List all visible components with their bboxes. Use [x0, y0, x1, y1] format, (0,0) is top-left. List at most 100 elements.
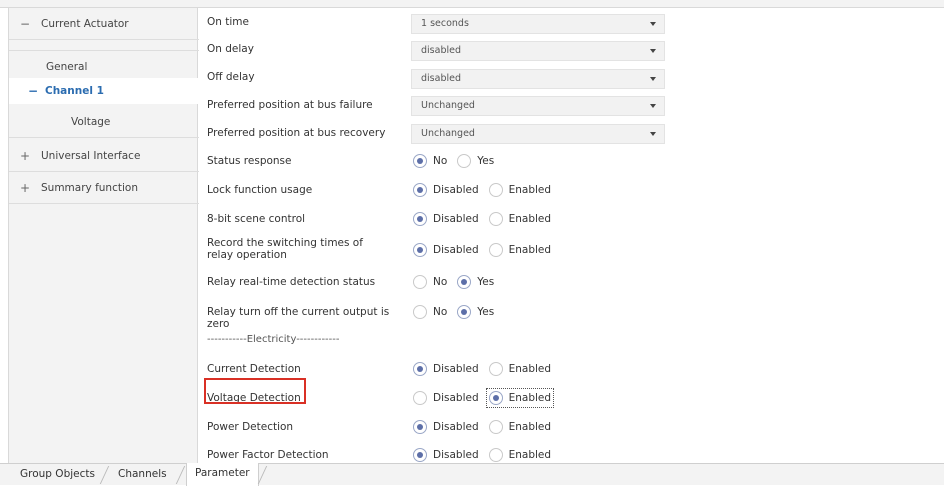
sidebar-item-label: Universal Interface: [41, 150, 141, 162]
radio-selected[interactable]: [457, 305, 472, 319]
radio-unselected[interactable]: [488, 183, 503, 197]
current-detection-disabled-option[interactable]: Disabled: [411, 360, 481, 378]
top-border: [0, 0, 944, 8]
radio-unselected[interactable]: [457, 154, 472, 168]
radio-selected[interactable]: [413, 448, 427, 462]
voltage-detection-disabled-option[interactable]: Disabled: [411, 389, 481, 407]
radio-unselected[interactable]: [413, 391, 427, 405]
tab-group-objects[interactable]: Group Objects: [12, 464, 103, 486]
tab-channels[interactable]: Channels: [110, 464, 175, 486]
minus-icon[interactable]: −: [19, 8, 31, 40]
section-header-electricity: -----------Electricity------------: [207, 334, 340, 345]
sidebar-item-universal-interface[interactable]: + Universal Interface: [9, 140, 199, 172]
param-label: On time: [207, 16, 249, 28]
power-factor-detection-enabled-option[interactable]: Enabled: [487, 446, 553, 464]
option-label: Disabled: [433, 184, 479, 196]
chevron-down-icon: [650, 77, 656, 81]
param-label: Current Detection: [207, 363, 301, 375]
power-detection-disabled-option[interactable]: Disabled: [411, 418, 481, 436]
relay-detection-no-option[interactable]: No: [411, 273, 449, 291]
option-label: No: [433, 306, 448, 318]
relay-zero-no-option[interactable]: No: [411, 303, 449, 321]
bus-failure-select[interactable]: Unchanged: [411, 96, 665, 116]
relay-detection-yes-option[interactable]: Yes: [455, 273, 496, 291]
param-label: 8-bit scene control: [207, 213, 306, 225]
on-time-select[interactable]: 1 seconds: [411, 14, 665, 34]
radio-unselected[interactable]: [488, 362, 503, 376]
plus-icon[interactable]: +: [19, 172, 31, 204]
param-label: Lock function usage: [207, 184, 313, 196]
option-label: Enabled: [508, 244, 552, 256]
radio-selected[interactable]: [413, 183, 427, 197]
param-label: Power Detection: [207, 421, 294, 433]
lock-function-enabled-option[interactable]: Enabled: [487, 181, 553, 199]
option-label: Enabled: [508, 213, 552, 225]
parameter-panel: On time 1 seconds On delay disabled Off …: [198, 8, 944, 463]
param-label: On delay: [207, 43, 254, 55]
record-switching-radio-group: Disabled Enabled: [411, 241, 559, 259]
radio-selected[interactable]: [413, 243, 427, 257]
option-label: Enabled: [508, 184, 552, 196]
radio-selected[interactable]: [413, 154, 427, 168]
power-detection-enabled-option[interactable]: Enabled: [487, 418, 553, 436]
select-value: Unchanged: [421, 128, 475, 139]
radio-unselected[interactable]: [413, 275, 427, 289]
radio-unselected[interactable]: [488, 243, 503, 257]
param-label: Relay real-time detection status: [207, 276, 376, 288]
option-label: Yes: [477, 276, 495, 288]
sidebar-item-channel-1[interactable]: − Channel 1: [9, 78, 200, 104]
sidebar-item-current-actuator[interactable]: − Current Actuator: [9, 8, 199, 40]
scene-control-disabled-option[interactable]: Disabled: [411, 210, 481, 228]
bus-recovery-select[interactable]: Unchanged: [411, 124, 665, 144]
option-label: Yes: [477, 155, 495, 167]
param-label: Voltage Detection: [207, 392, 301, 404]
bottom-tab-bar: Group Objects Channels Parameter: [0, 463, 944, 486]
record-switching-disabled-option[interactable]: Disabled: [411, 241, 481, 259]
chevron-down-icon: [650, 132, 656, 136]
current-detection-enabled-option[interactable]: Enabled: [487, 360, 553, 378]
sidebar-item-voltage[interactable]: Voltage: [9, 106, 199, 138]
param-label: Status response: [207, 155, 292, 167]
param-label: Off delay: [207, 71, 255, 83]
radio-selected[interactable]: [413, 420, 427, 434]
radio-selected[interactable]: [413, 362, 427, 376]
radio-selected[interactable]: [457, 275, 472, 289]
tab-label: Channels: [118, 468, 167, 480]
sidebar-item-label: Channel 1: [45, 85, 104, 97]
radio-unselected[interactable]: [488, 420, 503, 434]
param-label: Relay turn off the current output is zer…: [207, 306, 390, 330]
minus-icon[interactable]: −: [27, 78, 39, 104]
power-factor-detection-disabled-option[interactable]: Disabled: [411, 446, 481, 464]
relay-zero-radio-group: No Yes: [411, 303, 502, 321]
radio-unselected[interactable]: [488, 212, 503, 226]
relay-zero-yes-option[interactable]: Yes: [455, 303, 496, 321]
option-label: Disabled: [433, 213, 479, 225]
chevron-down-icon: [650, 104, 656, 108]
current-detection-radio-group: Disabled Enabled: [411, 360, 559, 378]
lock-function-disabled-option[interactable]: Disabled: [411, 181, 481, 199]
tab-separator: [257, 466, 268, 484]
option-label: No: [433, 155, 448, 167]
plus-icon[interactable]: +: [19, 140, 31, 172]
off-delay-select[interactable]: disabled: [411, 69, 665, 89]
status-response-no-option[interactable]: No: [411, 152, 449, 170]
chevron-down-icon: [650, 22, 656, 26]
radio-selected[interactable]: [413, 212, 427, 226]
radio-selected[interactable]: [488, 391, 503, 405]
voltage-detection-enabled-option[interactable]: Enabled: [485, 388, 555, 408]
status-response-yes-option[interactable]: Yes: [455, 152, 496, 170]
select-value: disabled: [421, 45, 461, 56]
tab-parameter[interactable]: Parameter: [186, 463, 259, 486]
power-detection-radio-group: Disabled Enabled: [411, 418, 559, 436]
scene-control-enabled-option[interactable]: Enabled: [487, 210, 553, 228]
sidebar-item-summary-function[interactable]: + Summary function: [9, 172, 199, 204]
param-label: Power Factor Detection: [207, 449, 329, 461]
option-label: Enabled: [508, 392, 552, 404]
status-response-radio-group: No Yes: [411, 152, 502, 170]
option-label: Yes: [477, 306, 495, 318]
on-delay-select[interactable]: disabled: [411, 41, 665, 61]
radio-unselected[interactable]: [488, 448, 503, 462]
relay-detection-radio-group: No Yes: [411, 273, 502, 291]
record-switching-enabled-option[interactable]: Enabled: [487, 241, 553, 259]
radio-unselected[interactable]: [413, 305, 427, 319]
